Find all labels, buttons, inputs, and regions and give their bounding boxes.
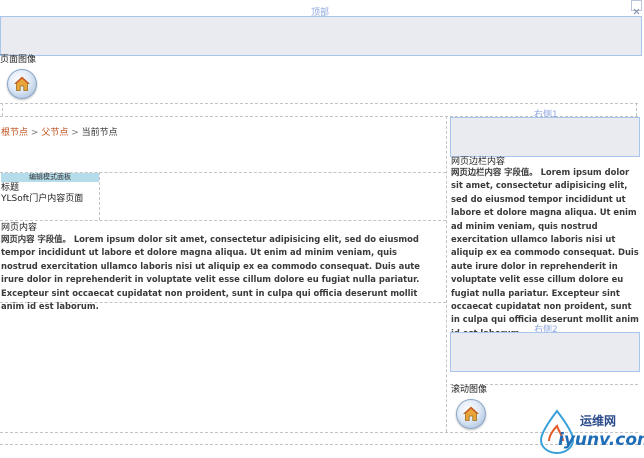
- home-icon: [13, 76, 31, 91]
- breadcrumb-root-link[interactable]: 根节点: [1, 128, 28, 138]
- right-zone-2[interactable]: [450, 332, 640, 372]
- divider: [636, 103, 637, 116]
- edit-panel-subtitle: YLSoft门户内容页面: [1, 194, 84, 204]
- divider: [446, 116, 447, 432]
- rolling-image-label: 滚动图像: [451, 385, 488, 395]
- header-zone[interactable]: [0, 16, 642, 56]
- divider: [2, 103, 3, 116]
- watermark-url: iyunv.com: [558, 430, 644, 450]
- right-zone-1[interactable]: [450, 117, 640, 157]
- page-home-button[interactable]: [7, 69, 37, 99]
- home-icon: [462, 406, 480, 421]
- page-image-label: 页面图像: [0, 55, 37, 65]
- rolling-home-button[interactable]: [456, 399, 486, 429]
- edit-panel-header: 编辑模式面板: [1, 173, 99, 182]
- breadcrumb-current: 当前节点: [81, 128, 118, 138]
- watermark-brand: 运维网: [580, 414, 617, 428]
- breadcrumb: 根节点 > 父节点 > 当前节点: [1, 125, 118, 138]
- divider: [99, 172, 100, 220]
- breadcrumb-separator: >: [30, 128, 39, 138]
- breadcrumb-parent-link[interactable]: 父节点: [41, 128, 68, 138]
- divider: [0, 220, 446, 221]
- sidebar-content-body: 网页边栏内容 字段值。 Lorem ipsum dolor sit amet, …: [451, 167, 639, 338]
- divider: [0, 103, 638, 104]
- edit-panel-title: 标题: [1, 183, 20, 193]
- close-icon[interactable]: [631, 0, 642, 15]
- main-content-body: 网页内容 字段值。 Lorem ipsum dolor sit amet, co…: [1, 234, 420, 312]
- breadcrumb-separator: >: [71, 128, 79, 138]
